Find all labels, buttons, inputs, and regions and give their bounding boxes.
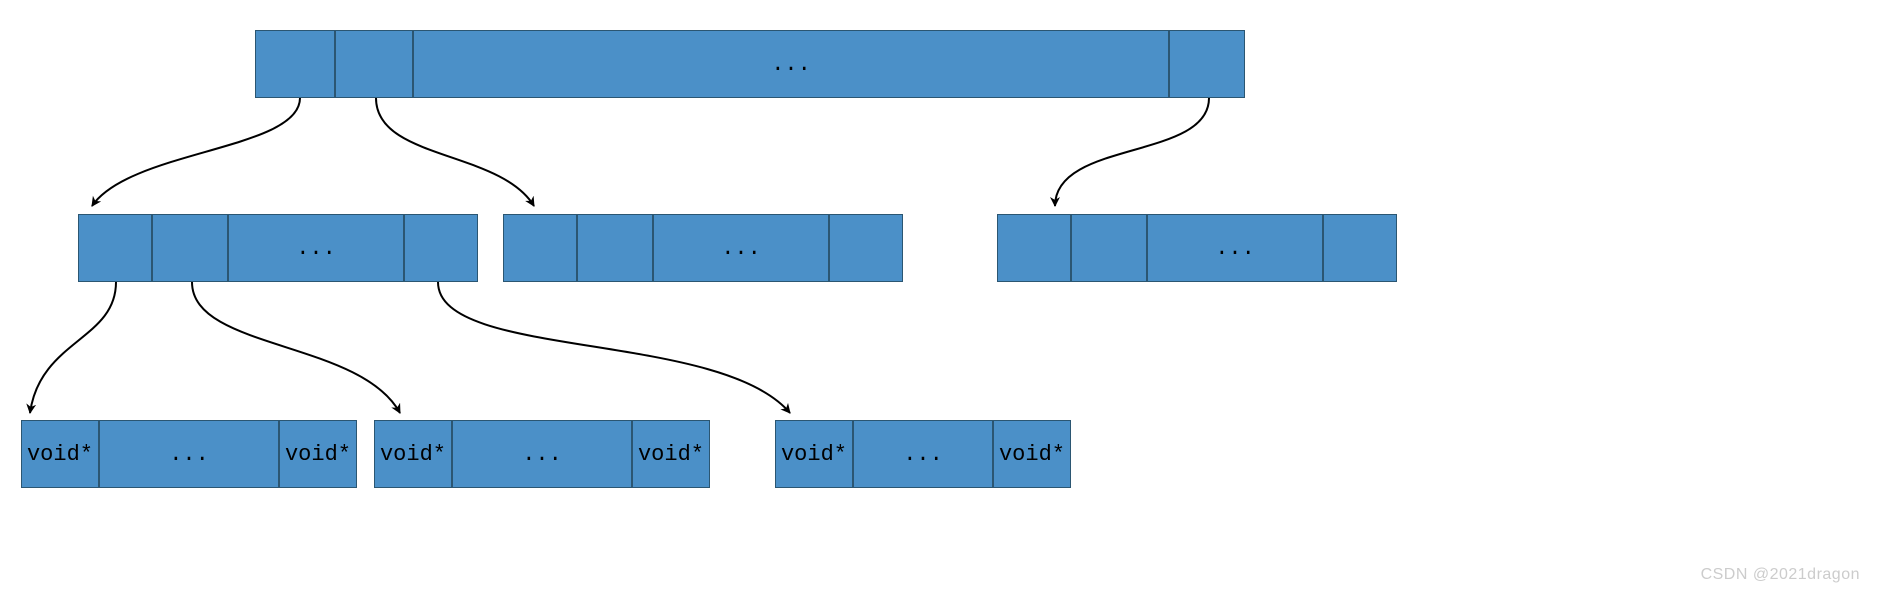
- leaf0-cell-ellipsis: ...: [99, 420, 279, 488]
- arrow-mid0-to-leaf2: [438, 282, 790, 413]
- top-cell-1: [335, 30, 413, 98]
- mid-array-2: ...: [997, 214, 1397, 282]
- leaf-array-0: void* ... void*: [21, 420, 357, 488]
- mid1-cell-last: [829, 214, 903, 282]
- arrow-mid0-to-leaf0: [30, 282, 116, 413]
- leaf1-cell-0: void*: [374, 420, 452, 488]
- arrow-mid0-to-leaf1: [192, 282, 400, 413]
- mid2-cell-1: [1071, 214, 1147, 282]
- arrow-top-to-mid2: [1055, 98, 1209, 206]
- leaf1-cell-ellipsis: ...: [452, 420, 632, 488]
- mid-array-0: ...: [78, 214, 478, 282]
- leaf1-cell-last: void*: [632, 420, 710, 488]
- leaf2-cell-last: void*: [993, 420, 1071, 488]
- mid1-cell-ellipsis: ...: [653, 214, 829, 282]
- mid2-cell-0: [997, 214, 1071, 282]
- mid1-cell-1: [577, 214, 653, 282]
- arrow-top-to-mid0: [92, 98, 300, 206]
- leaf0-cell-0: void*: [21, 420, 99, 488]
- leaf2-cell-0: void*: [775, 420, 853, 488]
- top-array: ...: [255, 30, 1245, 98]
- mid1-cell-0: [503, 214, 577, 282]
- mid2-cell-ellipsis: ...: [1147, 214, 1323, 282]
- arrow-top-to-mid1: [376, 98, 534, 206]
- mid2-cell-last: [1323, 214, 1397, 282]
- mid0-cell-last: [404, 214, 478, 282]
- top-cell-ellipsis: ...: [413, 30, 1169, 98]
- mid0-cell-ellipsis: ...: [228, 214, 404, 282]
- top-cell-0: [255, 30, 335, 98]
- mid0-cell-1: [152, 214, 228, 282]
- leaf-array-2: void* ... void*: [775, 420, 1071, 488]
- leaf0-cell-last: void*: [279, 420, 357, 488]
- top-cell-last: [1169, 30, 1245, 98]
- mid0-cell-0: [78, 214, 152, 282]
- leaf-array-1: void* ... void*: [374, 420, 710, 488]
- leaf2-cell-ellipsis: ...: [853, 420, 993, 488]
- watermark: CSDN @2021dragon: [1701, 566, 1860, 584]
- mid-array-1: ...: [503, 214, 903, 282]
